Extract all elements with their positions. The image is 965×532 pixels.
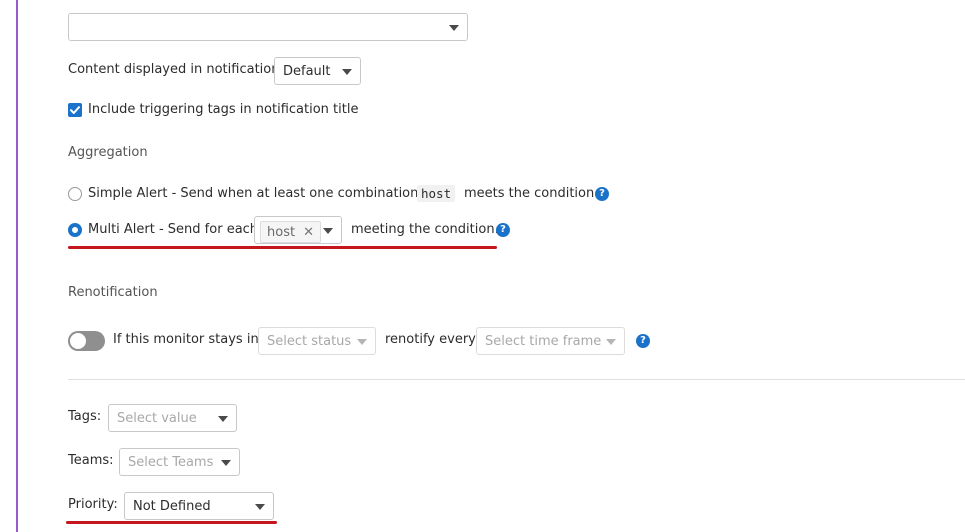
renotify-text-middle: renotify every: [385, 332, 476, 347]
renotify-toggle[interactable]: [68, 331, 105, 351]
toggle-knob: [70, 333, 86, 349]
content-notification-label: Content displayed in notification: [68, 62, 280, 77]
aggregation-heading: Aggregation: [68, 145, 148, 160]
chevron-down-icon: [342, 69, 352, 75]
renotification-heading: Renotification: [68, 285, 158, 300]
simple-alert-text-after: meets the condition.: [464, 186, 599, 201]
chevron-down-icon: [255, 504, 265, 510]
teams-label: Teams:: [68, 453, 114, 468]
include-tags-checkbox[interactable]: [68, 103, 82, 117]
chevron-down-icon: [449, 25, 459, 31]
include-tags-label: Include triggering tags in notification …: [88, 102, 359, 117]
section-divider: [68, 379, 965, 380]
chevron-down-icon: [323, 228, 333, 234]
tags-select[interactable]: Select value: [108, 404, 237, 432]
tags-label: Tags:: [68, 409, 102, 424]
chevron-down-icon: [606, 339, 616, 345]
priority-select[interactable]: Not Defined: [124, 492, 274, 520]
timeframe-placeholder: Select time frame: [485, 333, 602, 349]
priority-value: Not Defined: [133, 498, 211, 514]
status-placeholder: Select status: [267, 333, 352, 349]
simple-alert-code: host: [417, 185, 456, 202]
left-border: [16, 0, 18, 532]
help-icon[interactable]: ?: [595, 187, 609, 201]
tags-placeholder: Select value: [117, 410, 197, 426]
host-tag-label: host: [267, 224, 296, 240]
help-icon[interactable]: ?: [636, 334, 650, 348]
renotify-text-before: If this monitor stays in: [113, 332, 259, 347]
status-select[interactable]: Select status: [258, 327, 376, 355]
host-tag: host ✕: [260, 221, 321, 243]
multi-alert-radio[interactable]: [68, 223, 82, 237]
highlight-underline: [66, 521, 277, 524]
teams-select[interactable]: Select Teams: [119, 448, 240, 476]
top-select[interactable]: [68, 13, 468, 41]
multi-alert-group-select[interactable]: host ✕: [254, 216, 342, 244]
content-notification-select[interactable]: Default: [274, 57, 361, 85]
chevron-down-icon: [357, 339, 367, 345]
content-notification-value: Default: [283, 63, 331, 79]
highlight-underline: [68, 246, 497, 249]
timeframe-select[interactable]: Select time frame: [476, 327, 625, 355]
chevron-down-icon: [218, 416, 228, 422]
multi-alert-text-after: meeting the condition.: [351, 222, 499, 237]
priority-label: Priority:: [68, 497, 118, 512]
help-icon[interactable]: ?: [496, 223, 510, 237]
teams-placeholder: Select Teams: [128, 454, 214, 470]
simple-alert-text: Simple Alert - Send when at least one co…: [88, 186, 436, 201]
chevron-down-icon: [221, 460, 231, 466]
check-icon: [70, 106, 80, 114]
multi-alert-text: Multi Alert - Send for each: [88, 222, 259, 237]
close-icon[interactable]: ✕: [303, 225, 314, 240]
simple-alert-radio[interactable]: [68, 187, 82, 201]
